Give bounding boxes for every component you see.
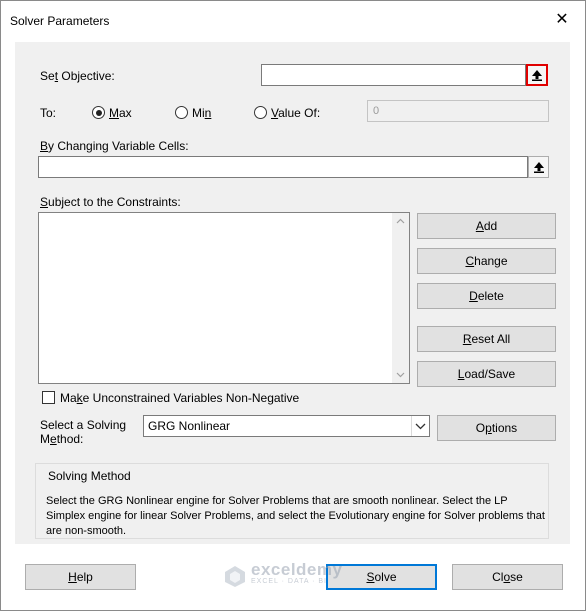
set-objective-input[interactable]: [261, 64, 526, 86]
min-label[interactable]: Min: [192, 106, 211, 120]
to-label: To:: [40, 106, 57, 120]
max-radio[interactable]: [92, 106, 105, 119]
constraints-scrollbar[interactable]: [392, 213, 409, 383]
make-nonnegative-checkbox[interactable]: [42, 391, 55, 404]
dropdown-arrow[interactable]: [411, 416, 429, 436]
value-of-radio[interactable]: [254, 106, 267, 119]
title-bar: Solver Parameters ✕: [1, 1, 585, 41]
delete-button[interactable]: Delete: [417, 283, 556, 309]
collapse-arrow-icon: [532, 70, 542, 81]
solving-method-description: Select the GRG Nonlinear engine for Solv…: [46, 495, 545, 537]
make-nonnegative-label[interactable]: Make Unconstrained Variables Non-Negativ…: [60, 391, 299, 405]
constraints-label: Subject to the Constraints:: [40, 195, 181, 209]
value-of-input[interactable]: 0: [367, 100, 549, 122]
close-icon[interactable]: ✕: [553, 11, 571, 29]
scroll-down-icon[interactable]: [392, 366, 409, 383]
value-of-label[interactable]: Value Of:: [271, 106, 320, 120]
max-label[interactable]: Max: [109, 106, 132, 120]
scroll-up-icon[interactable]: [392, 213, 409, 230]
solving-method-value: GRG Nonlinear: [148, 419, 231, 433]
exceldemy-watermark: exceldemy EXCEL · DATA · BI: [223, 560, 343, 588]
solve-button[interactable]: Solve: [326, 564, 437, 590]
min-radio[interactable]: [175, 106, 188, 119]
dialog-body: Set Objective: To: Max Min Value Of: 0 B…: [15, 42, 570, 544]
add-button[interactable]: Add: [417, 213, 556, 239]
help-button[interactable]: Help: [25, 564, 136, 590]
set-objective-label: Set Objective:: [40, 69, 115, 83]
options-button[interactable]: Op tions: [437, 415, 556, 441]
solving-method-group: Solving Method Select the GRG Nonlinear …: [35, 463, 549, 539]
change-button[interactable]: Change: [417, 248, 556, 274]
set-objective-collapse-button[interactable]: [526, 64, 548, 86]
watermark-name: exceldemy: [251, 560, 343, 579]
reset-all-button[interactable]: Reset All: [417, 326, 556, 352]
solving-method-label-line2: Method:: [40, 432, 84, 446]
constraints-listbox[interactable]: [38, 212, 410, 384]
load-save-button[interactable]: Load/Save: [417, 361, 556, 387]
chevron-down-icon: [415, 423, 426, 429]
window-title: Solver Parameters: [10, 14, 110, 28]
changing-cells-label: By Changing Variable Cells:: [40, 139, 189, 153]
exceldemy-logo-icon: [225, 566, 245, 587]
solving-method-select[interactable]: GRG Nonlinear: [143, 415, 430, 437]
collapse-arrow-icon: [533, 162, 544, 173]
changing-cells-collapse-button[interactable]: [528, 156, 549, 178]
solving-method-heading: Solving Method: [48, 469, 131, 483]
solving-method-label-line1: Select a Solving: [40, 418, 127, 432]
solver-parameters-dialog: Solver Parameters ✕ Set Objective: To: M…: [0, 0, 586, 611]
changing-cells-input[interactable]: [38, 156, 528, 178]
close-button[interactable]: Cl o se: [452, 564, 563, 590]
